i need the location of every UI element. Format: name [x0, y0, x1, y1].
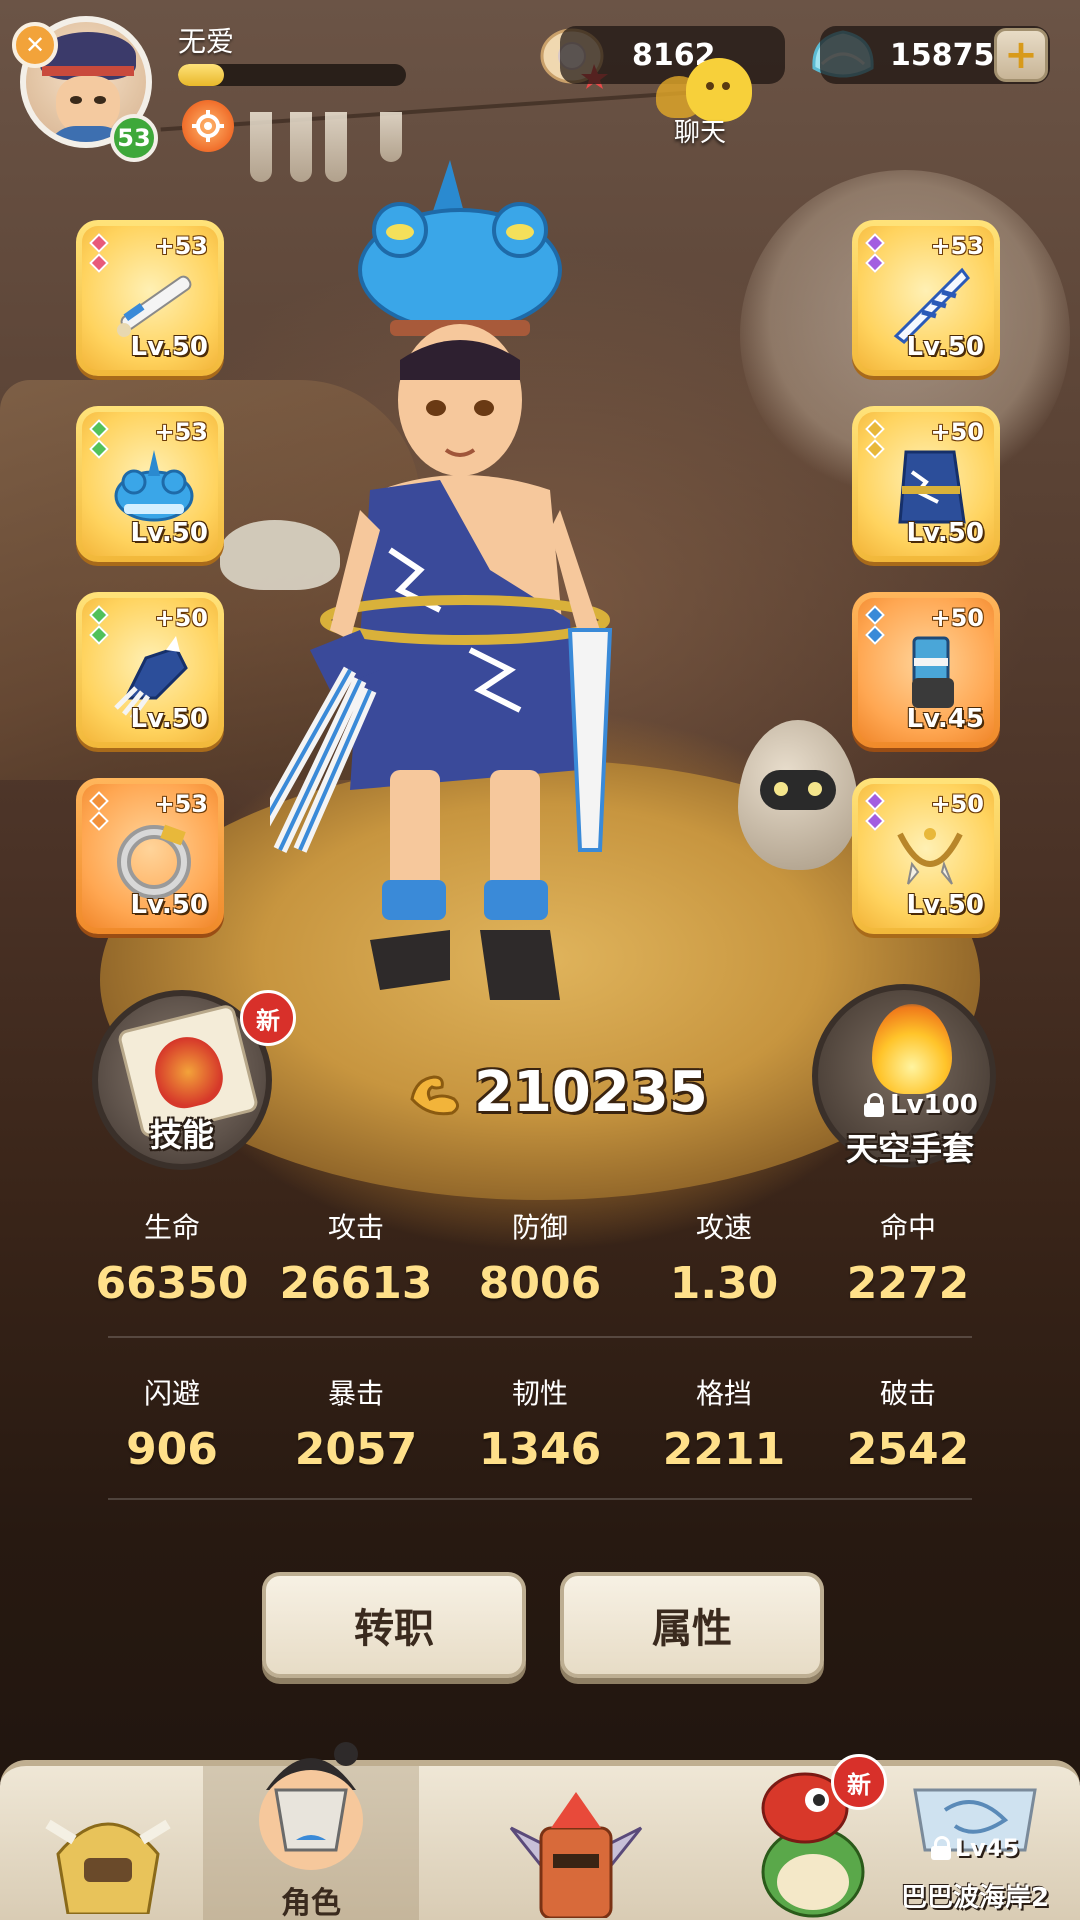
stat-hp: 生命 66350	[80, 1206, 264, 1309]
stats-divider	[108, 1498, 972, 1500]
lock-icon	[864, 1093, 884, 1117]
combat-power-value: 210235	[474, 1060, 708, 1125]
item-level: Lv.50	[130, 890, 208, 920]
stat-defense: 防御 8006	[448, 1206, 632, 1309]
stat-value: 2272	[846, 1258, 970, 1309]
equip-slot-armor[interactable]: +50 Lv.50	[852, 406, 1000, 562]
stat-label: 韧性	[511, 1377, 568, 1410]
equip-slot-necklace[interactable]: +50 Lv.50	[852, 778, 1000, 934]
item-level: Lv.50	[130, 518, 208, 548]
stat-accuracy: 命中 2272	[816, 1206, 1000, 1309]
stat-value: 2542	[846, 1424, 970, 1475]
nav-tab-totem[interactable]	[468, 1766, 684, 1920]
nav-tab-character[interactable]: 角色	[203, 1742, 419, 1920]
stat-label: 防御	[511, 1211, 568, 1244]
exp-bar-fill	[178, 64, 224, 86]
class-badge-icon: ✕	[12, 22, 58, 68]
stat-dodge: 闪避 906	[80, 1372, 264, 1475]
totem-icon	[509, 1792, 643, 1918]
equip-slot-ring[interactable]: +53 Lv.50	[76, 778, 224, 934]
add-currency-button[interactable]: +	[994, 28, 1048, 82]
stat-label: 暴击	[327, 1377, 384, 1410]
flexed-arm-icon	[410, 1074, 459, 1115]
stat-label: 破击	[879, 1377, 936, 1410]
stat-label: 攻速	[695, 1211, 752, 1244]
item-level: Lv.50	[130, 704, 208, 734]
stat-value: 8006	[478, 1258, 602, 1309]
stat-label: 命中	[879, 1211, 936, 1244]
gloves-label: 天空手套	[845, 1130, 974, 1168]
new-badge: 新	[240, 990, 296, 1046]
stats-row-2: 闪避 906 暴击 2057 韧性 1346 格挡 2211 破击 2542	[80, 1372, 1000, 1475]
item-level: Lv.45	[906, 704, 984, 734]
stat-value: 1.30	[669, 1258, 779, 1309]
hero-character	[270, 160, 613, 1000]
equip-slot-helmet[interactable]: +53 Lv.50	[76, 406, 224, 562]
map-lock-level: Lv45	[954, 1834, 1020, 1862]
lock-icon	[930, 1836, 951, 1860]
stat-label: 格挡	[695, 1377, 752, 1410]
item-level: Lv.50	[906, 890, 984, 920]
character-icon	[259, 1742, 363, 1870]
stat-pierce: 破击 2542	[816, 1372, 1000, 1475]
stat-block: 格挡 2211	[632, 1372, 816, 1475]
skill-button[interactable]: 技能 新	[92, 990, 296, 1170]
stat-label: 生命	[143, 1211, 200, 1244]
stat-crit: 暴击 2057	[264, 1372, 448, 1475]
exp-bar	[178, 64, 406, 86]
stat-value: 2057	[294, 1424, 418, 1475]
stat-value: 26613	[279, 1258, 433, 1309]
combat-power: 210235	[408, 1060, 708, 1125]
enhance-level: +53	[154, 418, 208, 446]
enhance-level: +53	[154, 232, 208, 260]
enhance-level: +50	[930, 418, 984, 446]
equip-slot-offhand[interactable]: +53 Lv.50	[852, 220, 1000, 376]
attributes-button[interactable]: 属性	[560, 1572, 824, 1678]
yeti-icon	[45, 1819, 171, 1914]
rope-decor	[160, 88, 720, 132]
equip-slot-weapon[interactable]: +53 Lv.50	[76, 220, 224, 376]
enhance-level: +53	[154, 790, 208, 818]
chat-button[interactable]: 聊天	[656, 56, 766, 148]
stat-value: 906	[126, 1424, 218, 1475]
nav-label: 角色	[281, 1886, 341, 1920]
nav-tab-map[interactable]: Lv45 巴巴波海岸2	[870, 1766, 1080, 1920]
skill-label: 技能	[149, 1116, 214, 1154]
enhance-level: +50	[930, 790, 984, 818]
stat-value: 2211	[662, 1424, 786, 1475]
egg-eyes-decor	[760, 770, 836, 810]
title-icon[interactable]	[182, 100, 234, 152]
stat-toughness: 韧性 1346	[448, 1372, 632, 1475]
stat-label: 闪避	[143, 1377, 200, 1410]
enhance-level: +53	[930, 232, 984, 260]
stat-attack: 攻击 26613	[264, 1206, 448, 1309]
nav-tab-yeti[interactable]	[0, 1766, 216, 1920]
equip-slot-boots[interactable]: +50 Lv.45	[852, 592, 1000, 748]
stat-label: 攻击	[327, 1211, 384, 1244]
enhance-level: +50	[154, 604, 208, 632]
job-change-button[interactable]: 转职	[262, 1572, 526, 1678]
stat-attack-speed: 攻速 1.30	[632, 1206, 816, 1309]
player-level-badge: 53	[110, 114, 158, 162]
player-name: 无爱	[178, 25, 235, 58]
map-lock: Lv45	[870, 1834, 1080, 1862]
enhance-level: +50	[930, 604, 984, 632]
item-level: Lv.50	[906, 518, 984, 548]
stat-value: 1346	[478, 1424, 602, 1475]
map-name: 巴巴波海岸2	[900, 1883, 1050, 1913]
stats-row-1: 生命 66350 攻击 26613 防御 8006 攻速 1.30 命中 2272	[80, 1206, 1000, 1309]
item-level: Lv.50	[130, 332, 208, 362]
item-level: Lv.50	[906, 332, 984, 362]
gloves-lock-level: Lv100	[890, 1090, 978, 1120]
stats-divider	[108, 1336, 972, 1338]
plus-icon: +	[1004, 32, 1038, 78]
gloves-lock: Lv100	[864, 1090, 978, 1120]
fang-decor	[250, 112, 272, 182]
chat-label: 聊天	[674, 118, 727, 148]
stat-value: 66350	[95, 1258, 249, 1309]
sky-gloves-button[interactable]: Lv100 天空手套	[812, 984, 996, 1168]
bottom-nav: 角色 新 Lv45 巴巴波海岸2	[0, 1742, 1080, 1920]
campfire-icon	[872, 1004, 952, 1094]
equip-slot-gauntlet[interactable]: +50 Lv.50	[76, 592, 224, 748]
